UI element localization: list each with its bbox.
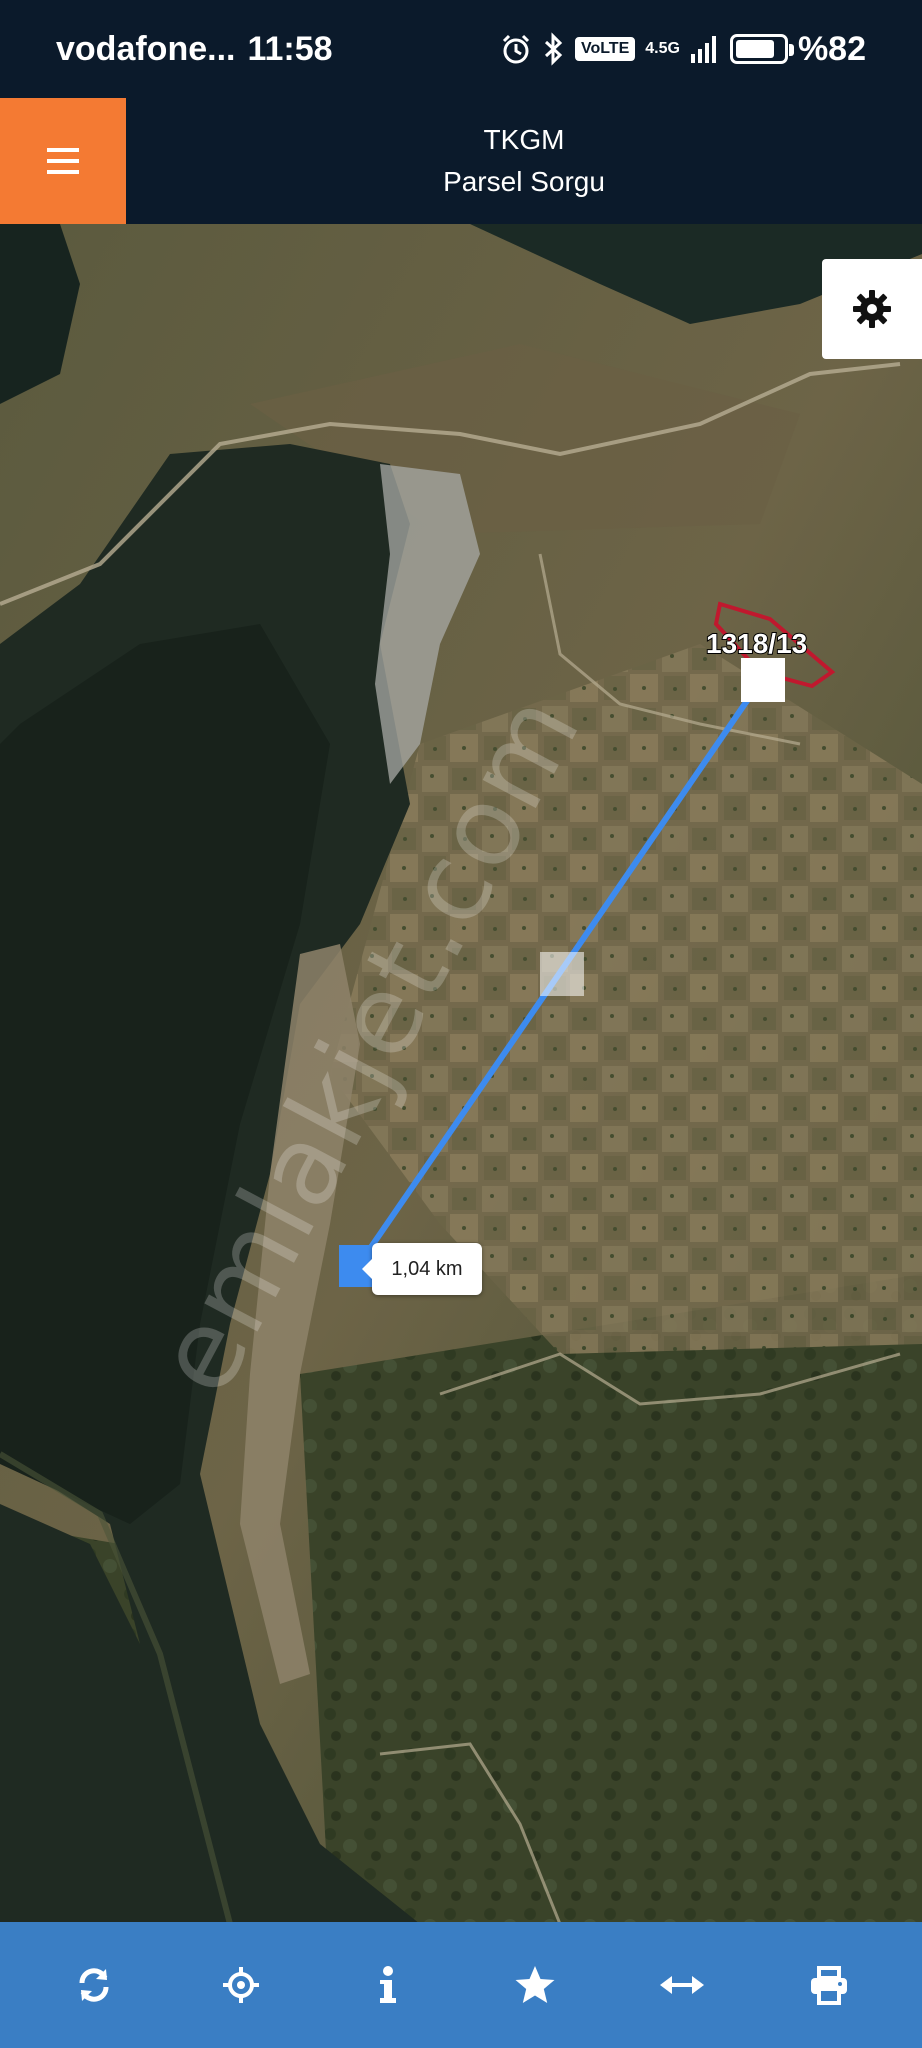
star-icon: [515, 1966, 554, 2003]
print-button[interactable]: [784, 1940, 874, 2030]
measure-button[interactable]: [637, 1940, 727, 2030]
battery-percent: %82: [797, 29, 866, 68]
info-button[interactable]: [343, 1940, 433, 2030]
status-bar: vodafone... 11:58 VoLTE 4.5G %82: [0, 0, 922, 98]
bluetooth-icon: [543, 32, 565, 66]
app-title-main: TKGM: [483, 124, 565, 155]
measure-mid-handle[interactable]: [540, 952, 584, 996]
map-view[interactable]: emlakjet.com: [0, 224, 922, 1924]
app-title: TKGM Parsel Sorgu: [126, 98, 922, 224]
signal-icon: [690, 34, 720, 64]
hamburger-icon: [47, 148, 79, 174]
distance-tooltip: 1,04 km: [362, 1243, 482, 1295]
measure-start-handle[interactable]: [741, 658, 785, 702]
parcel-label[interactable]: 1318/13: [705, 627, 808, 660]
info-icon: [379, 1966, 396, 2003]
clock: 11:58: [247, 29, 333, 68]
refresh-icon: [78, 1968, 109, 2002]
carrier-name: vodafone...: [56, 29, 236, 68]
volte-badge: VoLTE: [574, 37, 636, 61]
network-type: 4.5G: [645, 40, 680, 57]
satellite-imagery: [0, 224, 922, 1924]
measure-icon: [659, 1976, 704, 1994]
app-title-sub: Parsel Sorgu: [443, 166, 605, 197]
battery-fill: [735, 40, 774, 58]
alarm-icon: [499, 32, 533, 66]
menu-button[interactable]: [0, 98, 126, 224]
locate-button[interactable]: [196, 1940, 286, 2030]
status-right: VoLTE 4.5G %82: [499, 30, 866, 69]
status-left: vodafone... 11:58: [56, 30, 333, 69]
favorite-button[interactable]: [490, 1940, 580, 2030]
print-icon: [810, 1966, 847, 2005]
bottom-toolbar: [0, 1922, 922, 2048]
locate-icon: [222, 1967, 259, 2003]
settings-button[interactable]: [822, 259, 922, 359]
battery-icon: [729, 34, 794, 64]
gear-icon: [853, 290, 891, 328]
refresh-button[interactable]: [49, 1940, 139, 2030]
app-bar: TKGM Parsel Sorgu: [0, 98, 922, 224]
